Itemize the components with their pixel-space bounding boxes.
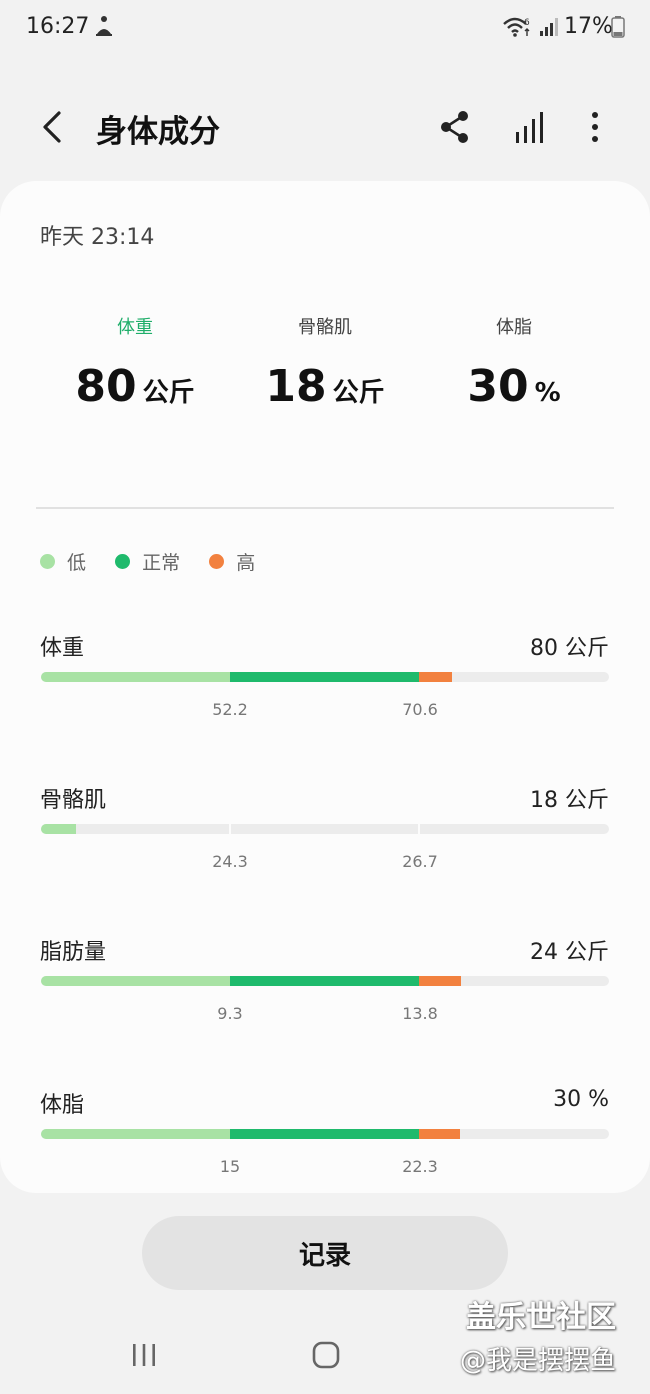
high-segment [419,672,452,682]
trends-chart-button[interactable] [508,104,554,150]
more-options-button[interactable] [572,104,618,150]
app-bar: 身体成分 [0,90,650,166]
high-segment [419,1129,460,1139]
back-button[interactable] [30,104,76,150]
measurement-timestamp: 昨天 23:14 [40,225,155,250]
summary-label: 体脂 [496,317,532,338]
metric-fat-mass[interactable]: 脂肪量 24 公斤 9.3 13.8 [0,934,650,1054]
metric-value: 24 公斤 [530,940,609,965]
watermark-title: 盖乐世社区 [466,1300,616,1335]
wifi-icon: 6 [503,17,530,37]
range-bar [41,672,609,682]
battery-percent: 17% [564,14,613,39]
body-composition-screen: 16:27 6 17% 身体成分 昨天 23:14 体重 80 公斤 骨骼肌 1… [0,0,650,1394]
metric-value: 30 % [553,1087,609,1112]
summary-value: 30% [467,361,561,412]
wifi-badge: 6 [524,18,530,28]
divider [36,507,614,509]
legend-low: 低 [40,548,86,575]
status-bar: 16:27 6 17% [0,0,650,56]
metric-body-fat[interactable]: 体脂 30 % 15 22.3 [0,1087,650,1207]
share-button[interactable] [432,104,478,150]
metric-value: 18 公斤 [530,788,609,813]
low-threshold: 15 [219,1157,241,1176]
range-bar [41,1129,609,1139]
watermark-author: @我是摆摆鱼 [460,1346,617,1376]
high-segment [419,976,461,986]
low-segment [41,976,230,986]
low-dot-icon [40,554,55,569]
page-title: 身体成分 [96,114,220,150]
metric-value: 80 公斤 [530,636,609,661]
low-tick [229,824,231,834]
summary-label: 骨骼肌 [298,317,352,338]
low-segment [41,824,76,834]
summary-value: 18 公斤 [265,361,385,412]
summary-label: 体重 [117,317,153,338]
normal-dot-icon [115,554,131,569]
low-segment [41,1129,230,1139]
high-threshold: 22.3 [402,1157,438,1176]
low-threshold: 52.2 [212,700,248,719]
high-threshold: 70.6 [402,700,438,719]
summary-body-fat[interactable]: 体脂 30% [414,313,614,412]
status-time: 16:27 [26,14,90,39]
summary-weight[interactable]: 体重 80 公斤 [35,313,235,412]
signal-icon [540,18,558,36]
home-icon[interactable] [312,1341,340,1369]
legend: 低 正常 高 [40,548,279,575]
high-threshold: 26.7 [402,852,438,871]
summary-skeletal-muscle[interactable]: 骨骼肌 18 公斤 [225,313,425,412]
normal-segment [230,976,419,986]
body-composition-card: 昨天 23:14 体重 80 公斤 骨骼肌 18 公斤 体脂 30% 低 正常 … [0,181,650,1193]
metric-label: 脂肪量 [40,940,107,965]
high-threshold: 13.8 [402,1004,438,1023]
high-tick [418,824,420,834]
battery-icon [611,16,625,38]
normal-segment [230,672,419,682]
record-button[interactable]: 记录 [142,1216,508,1290]
low-segment [41,672,230,682]
low-threshold: 9.3 [217,1004,243,1023]
legend-high: 高 [209,548,255,575]
range-bar [41,976,609,986]
metric-skeletal-muscle[interactable]: 骨骼肌 18 公斤 24.3 26.7 [0,782,650,902]
legend-normal: 正常 [115,548,180,575]
summary-value: 80 公斤 [75,361,195,412]
recent-apps-icon[interactable] [131,1342,157,1368]
metric-label: 体脂 [40,1093,85,1118]
metric-weight[interactable]: 体重 80 公斤 52.2 70.6 [0,630,650,750]
high-dot-icon [209,554,225,569]
metric-label: 骨骼肌 [40,788,107,813]
low-threshold: 24.3 [212,852,248,871]
normal-segment [230,1129,419,1139]
metric-label: 体重 [40,636,85,661]
range-bar [41,824,609,834]
meditation-icon [96,16,112,36]
